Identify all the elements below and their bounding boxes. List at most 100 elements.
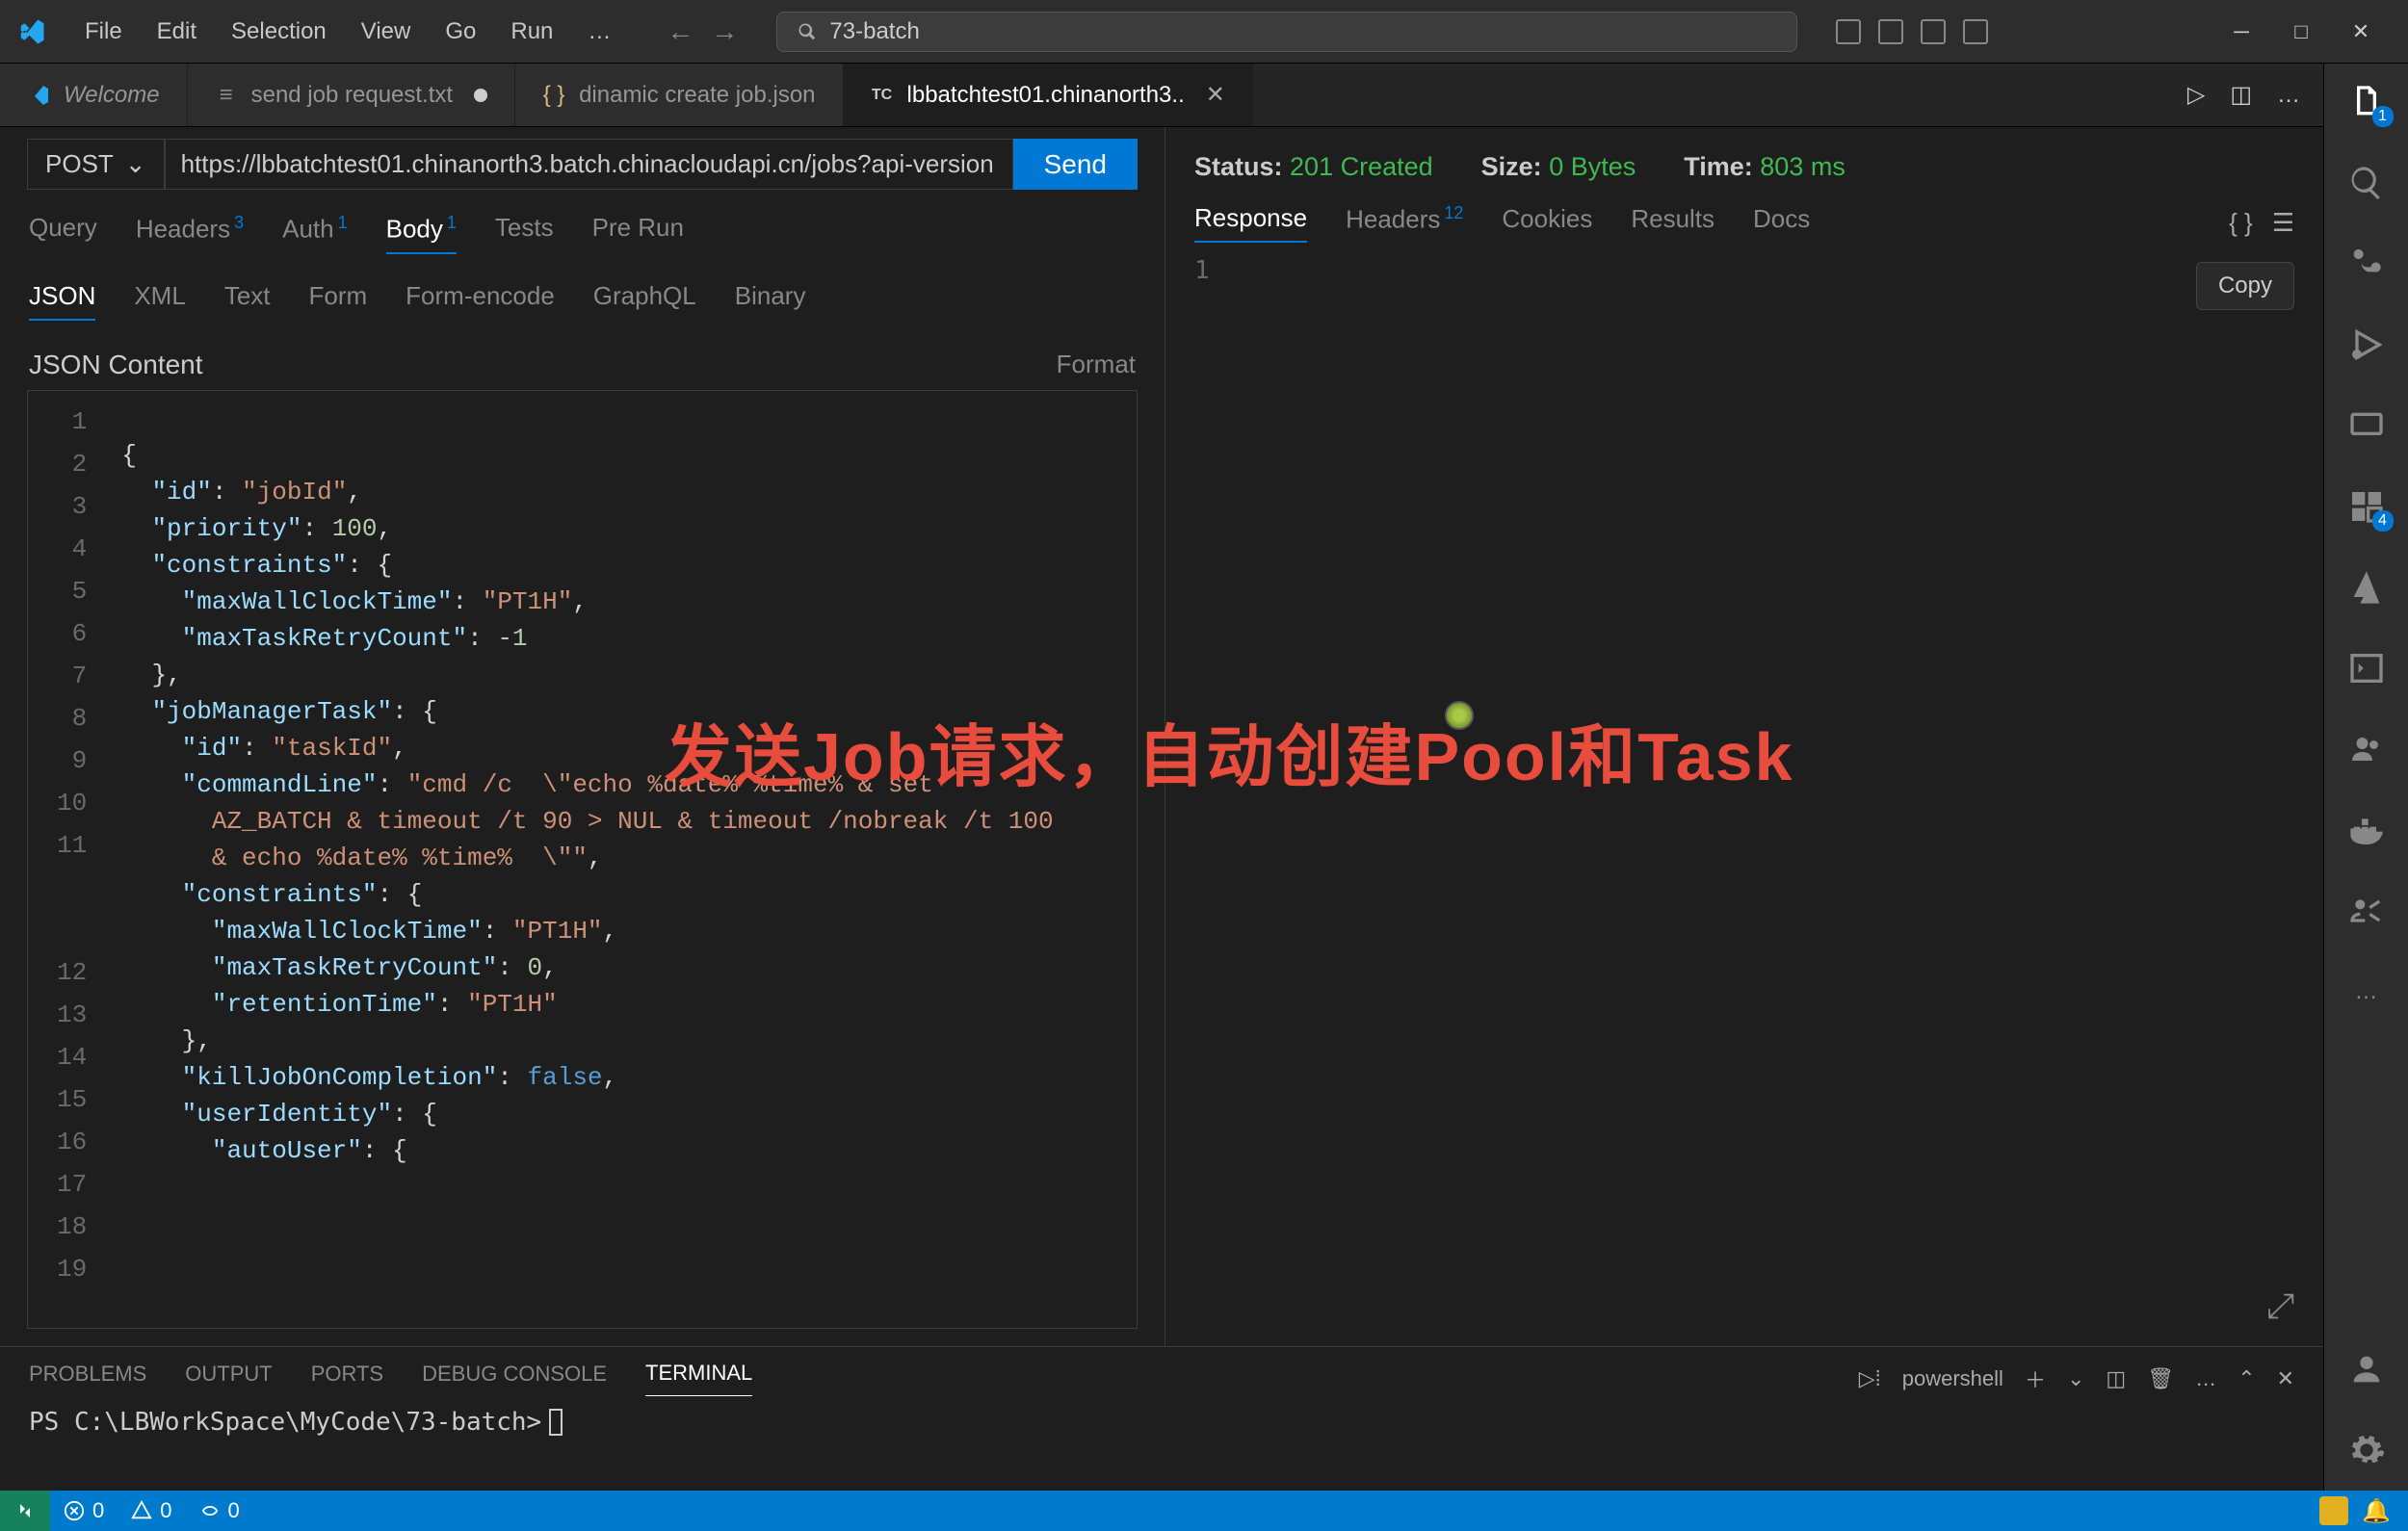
rtab-cookies[interactable]: Cookies — [1502, 204, 1592, 242]
bodytype-xml[interactable]: XML — [134, 281, 185, 321]
menubar: File Edit Selection View Go Run … — [67, 11, 628, 53]
docker-icon[interactable] — [2345, 809, 2388, 851]
url-input[interactable]: https://lbbatchtest01.chinanorth3.batch.… — [165, 139, 1013, 190]
chevron-up-icon[interactable]: ⌃ — [2238, 1366, 2255, 1391]
tab-headers[interactable]: Headers3 — [136, 213, 244, 254]
status-bar: 0 0 0 🔔 — [0, 1491, 2408, 1531]
tab-query[interactable]: Query — [29, 213, 97, 254]
tab-auth[interactable]: Auth1 — [282, 213, 348, 254]
send-button[interactable]: Send — [1013, 139, 1138, 190]
line-gutter: 1234567891011 1213141516171819 — [28, 391, 106, 1328]
terminal-icon[interactable] — [2345, 647, 2388, 689]
response-status-bar: Status: 201 Created Size: 0 Bytes Time: … — [1165, 127, 2323, 195]
menu-file[interactable]: File — [67, 11, 140, 53]
account-icon[interactable] — [2345, 1348, 2388, 1390]
tab-label: lbbatchtest01.chinanorth3.. — [907, 82, 1185, 109]
code-content[interactable]: { "id": "jobId", "priority": 100, "const… — [106, 391, 1068, 1328]
ptab-debug[interactable]: DEBUG CONSOLE — [422, 1362, 607, 1396]
rtab-results[interactable]: Results — [1631, 204, 1714, 242]
request-bar: POST ⌄ https://lbbatchtest01.chinanorth3… — [0, 127, 1165, 190]
warnings-count[interactable]: 0 — [131, 1498, 171, 1523]
split-terminal-icon[interactable]: ◫ — [2106, 1366, 2126, 1391]
nav-back-icon[interactable]: ← — [667, 16, 694, 47]
activity-bar: 1 4 … — [2323, 64, 2408, 1491]
tc-icon: TC — [871, 84, 894, 107]
tab-welcome[interactable]: Welcome — [0, 64, 188, 126]
run-debug-icon[interactable] — [2345, 324, 2388, 366]
bodytype-binary[interactable]: Binary — [735, 281, 806, 321]
remote-indicator[interactable] — [0, 1491, 50, 1531]
rtab-docs[interactable]: Docs — [1753, 204, 1810, 242]
close-panel-icon[interactable]: ✕ — [2277, 1366, 2294, 1391]
more-actions-icon[interactable]: … — [2277, 82, 2300, 109]
menu-run[interactable]: Run — [493, 11, 570, 53]
menu-selection[interactable]: Selection — [214, 11, 344, 53]
files-icon[interactable]: 1 — [2345, 81, 2388, 123]
tab-prerun[interactable]: Pre Run — [592, 213, 684, 254]
nav-forward-icon[interactable]: → — [711, 16, 738, 47]
split-editor-icon[interactable]: ◫ — [2230, 81, 2252, 109]
sb-warn-icon[interactable] — [2319, 1496, 2348, 1525]
terminal-profile-icon[interactable]: ▷⁞ — [1859, 1366, 1881, 1391]
layout-right-icon[interactable] — [1921, 19, 1946, 44]
chevron-down-icon[interactable]: ⌄ — [2067, 1366, 2084, 1391]
format-button[interactable]: Format — [1057, 350, 1136, 380]
ptab-terminal[interactable]: TERMINAL — [645, 1361, 752, 1396]
more-activity-icon[interactable]: … — [2345, 971, 2388, 1013]
ptab-problems[interactable]: PROBLEMS — [29, 1362, 146, 1396]
run-icon[interactable]: ▷ — [2187, 81, 2205, 109]
expand-icon[interactable]: ⤢ — [2266, 1285, 2294, 1327]
copy-button[interactable]: Copy — [2196, 262, 2294, 310]
menu-more-icon[interactable]: … — [570, 11, 628, 53]
close-icon[interactable]: ✕ — [2331, 11, 2391, 53]
trash-icon[interactable]: 🗑 — [2147, 1366, 2174, 1391]
minimize-icon[interactable]: ─ — [2212, 11, 2271, 53]
maximize-icon[interactable]: □ — [2271, 11, 2331, 53]
search-icon[interactable] — [2345, 162, 2388, 204]
tab-tests[interactable]: Tests — [495, 213, 554, 254]
shell-label[interactable]: powershell — [1902, 1366, 2003, 1391]
ports-count[interactable]: 0 — [199, 1498, 240, 1523]
more-icon[interactable]: … — [2195, 1366, 2216, 1391]
extensions-icon[interactable]: 4 — [2345, 485, 2388, 528]
layout-left-icon[interactable] — [1836, 19, 1861, 44]
tab-lbbatchtest[interactable]: TC lbbatchtest01.chinanorth3.. ✕ — [844, 64, 1253, 126]
rtab-headers[interactable]: Headers12 — [1346, 203, 1463, 243]
bodytype-graphql[interactable]: GraphQL — [593, 281, 696, 321]
tab-body[interactable]: Body1 — [386, 213, 457, 254]
teams-icon[interactable] — [2345, 728, 2388, 770]
command-center[interactable]: 73-batch — [776, 12, 1797, 52]
tab-dinamic-job[interactable]: { } dinamic create job.json — [515, 64, 843, 126]
layout-custom-icon[interactable] — [1963, 19, 1988, 44]
menu-icon[interactable]: ☰ — [2272, 208, 2294, 238]
rtab-response[interactable]: Response — [1194, 203, 1307, 243]
menu-go[interactable]: Go — [428, 11, 493, 53]
close-tab-icon[interactable]: ✕ — [1206, 81, 1225, 109]
bodytype-text[interactable]: Text — [224, 281, 271, 321]
terminal-content[interactable]: PS C:\LBWorkSpace\MyCode\73-batch> — [0, 1396, 2323, 1448]
menu-edit[interactable]: Edit — [140, 11, 214, 53]
source-control-icon[interactable] — [2345, 243, 2388, 285]
http-method-select[interactable]: POST ⌄ — [27, 139, 165, 190]
braces-icon[interactable]: { } — [2229, 208, 2253, 238]
ptab-ports[interactable]: PORTS — [311, 1362, 383, 1396]
azure-icon[interactable] — [2345, 566, 2388, 609]
new-terminal-icon[interactable]: ＋ — [2025, 1363, 2046, 1394]
vscode-logo-icon — [17, 17, 46, 46]
remote-icon[interactable] — [2345, 404, 2388, 447]
bell-icon[interactable]: 🔔 — [2362, 1497, 2391, 1525]
json-editor[interactable]: 1234567891011 1213141516171819 { "id": "… — [27, 390, 1138, 1329]
dirty-indicator-icon — [474, 89, 487, 102]
layout-bottom-icon[interactable] — [1878, 19, 1903, 44]
search-icon — [797, 21, 818, 42]
gear-icon[interactable] — [2345, 1429, 2388, 1471]
live-share-icon[interactable] — [2345, 890, 2388, 932]
ptab-output[interactable]: OUTPUT — [185, 1362, 272, 1396]
errors-count[interactable]: 0 — [64, 1498, 104, 1523]
bodytype-formencode[interactable]: Form-encode — [406, 281, 555, 321]
bodytype-json[interactable]: JSON — [29, 281, 95, 321]
tab-send-job[interactable]: ≡ send job request.txt — [188, 64, 515, 126]
menu-view[interactable]: View — [344, 11, 429, 53]
bodytype-form[interactable]: Form — [309, 281, 368, 321]
files-badge: 1 — [2372, 106, 2394, 127]
